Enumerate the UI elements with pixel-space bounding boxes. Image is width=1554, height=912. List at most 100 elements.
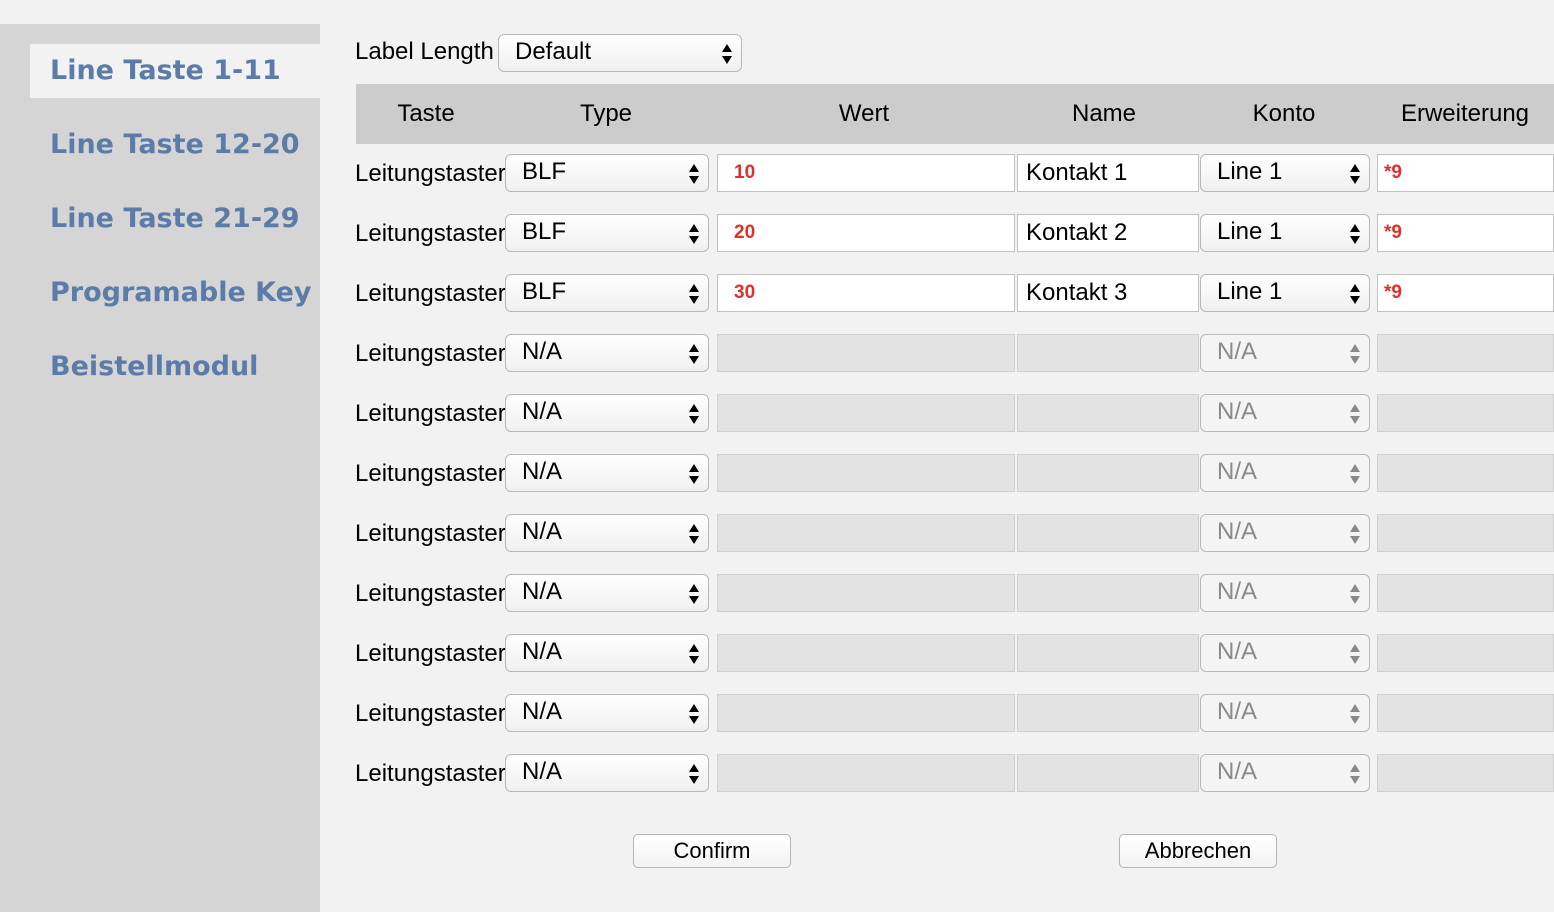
row-type-select[interactable]: N/A [505, 574, 709, 612]
row-wert-field [717, 754, 1015, 792]
row-type-value: N/A [522, 758, 563, 785]
sidebar: Line Taste 1-11 Line Taste 12-20 Line Ta… [0, 24, 320, 912]
row-erweiterung-field[interactable]: *9 [1377, 154, 1554, 192]
select-arrows-icon [1349, 402, 1361, 426]
row-type-value: N/A [522, 578, 563, 605]
row-type-value: N/A [522, 638, 563, 665]
row-konto-select: N/A [1200, 454, 1370, 492]
row-taste-label: Leitungstaster [355, 400, 506, 427]
row-taste-label: Leitungstaster [355, 520, 506, 547]
sidebar-item-programable-key[interactable]: Programable Key [50, 266, 312, 320]
row-taste-label: Leitungstaster [355, 160, 506, 187]
header-type: Type [579, 100, 633, 127]
row-konto-value: N/A [1217, 638, 1258, 665]
select-arrows-icon [1349, 282, 1361, 306]
sidebar-item-line-taste-21-29[interactable]: Line Taste 21-29 [50, 192, 300, 246]
select-arrows-icon [721, 42, 733, 66]
select-arrows-icon [688, 222, 700, 246]
row-name-field[interactable]: Kontakt 3 [1017, 274, 1199, 312]
row-name-field[interactable]: Kontakt 1 [1017, 154, 1199, 192]
row-type-select[interactable]: N/A [505, 394, 709, 432]
row-wert-field [717, 634, 1015, 672]
row-type-value: BLF [522, 278, 567, 305]
row-type-select[interactable]: N/A [505, 754, 709, 792]
row-erweiterung-field[interactable]: *9 [1377, 214, 1554, 252]
row-erweiterung-field [1377, 574, 1554, 612]
row-taste-label: Leitungstaster [355, 640, 506, 667]
select-arrows-icon [1349, 582, 1361, 606]
row-konto-value: Line 1 [1217, 278, 1283, 305]
cancel-button[interactable]: Abbrechen [1119, 834, 1277, 868]
row-wert-field [717, 394, 1015, 432]
row-type-select[interactable]: BLF [505, 154, 709, 192]
header-name: Name [1071, 100, 1137, 127]
select-arrows-icon [688, 462, 700, 486]
row-name-field [1017, 634, 1199, 672]
select-arrows-icon [1349, 522, 1361, 546]
row-konto-value: Line 1 [1217, 218, 1283, 245]
select-arrows-icon [688, 702, 700, 726]
row-konto-select: N/A [1200, 334, 1370, 372]
row-type-value: N/A [522, 518, 563, 545]
select-arrows-icon [1349, 702, 1361, 726]
row-konto-select: N/A [1200, 634, 1370, 672]
select-arrows-icon [1349, 342, 1361, 366]
row-konto-select: N/A [1200, 394, 1370, 432]
row-wert-field [717, 514, 1015, 552]
row-name-field [1017, 754, 1199, 792]
row-type-value: N/A [522, 458, 563, 485]
row-wert-field [717, 574, 1015, 612]
row-konto-select[interactable]: Line 1 [1200, 214, 1370, 252]
header-wert: Wert [838, 100, 890, 127]
sidebar-item-line-taste-1-11[interactable]: Line Taste 1-11 [50, 44, 281, 98]
main-panel: Label Length Default Taste Type Wert Nam… [336, 0, 1554, 912]
row-type-select[interactable]: N/A [505, 454, 709, 492]
row-wert-field [717, 334, 1015, 372]
row-konto-value: N/A [1217, 338, 1258, 365]
row-konto-value: N/A [1217, 758, 1258, 785]
label-length-value: Default [515, 38, 592, 65]
row-type-select[interactable]: BLF [505, 214, 709, 252]
row-type-select[interactable]: N/A [505, 634, 709, 672]
row-konto-value: N/A [1217, 458, 1258, 485]
confirm-button[interactable]: Confirm [633, 834, 791, 868]
row-konto-select[interactable]: Line 1 [1200, 274, 1370, 312]
row-wert-field[interactable]: 30 [717, 274, 1015, 312]
select-arrows-icon [688, 162, 700, 186]
row-type-value: N/A [522, 698, 563, 725]
row-name-field [1017, 574, 1199, 612]
select-arrows-icon [688, 402, 700, 426]
row-erweiterung-field[interactable]: *9 [1377, 274, 1554, 312]
select-arrows-icon [688, 582, 700, 606]
sidebar-item-beistellmodul[interactable]: Beistellmodul [50, 340, 258, 394]
select-arrows-icon [688, 282, 700, 306]
row-name-field [1017, 394, 1199, 432]
sidebar-item-line-taste-12-20[interactable]: Line Taste 12-20 [50, 118, 300, 172]
row-type-value: BLF [522, 218, 567, 245]
row-type-value: BLF [522, 158, 567, 185]
row-wert-field [717, 694, 1015, 732]
row-wert-field[interactable]: 10 [717, 154, 1015, 192]
select-arrows-icon [1349, 462, 1361, 486]
row-konto-select[interactable]: Line 1 [1200, 154, 1370, 192]
row-taste-label: Leitungstaster [355, 460, 506, 487]
row-type-select[interactable]: N/A [505, 334, 709, 372]
row-konto-select: N/A [1200, 754, 1370, 792]
row-type-select[interactable]: N/A [505, 514, 709, 552]
row-name-field [1017, 334, 1199, 372]
row-name-field [1017, 454, 1199, 492]
row-konto-select: N/A [1200, 514, 1370, 552]
row-name-field[interactable]: Kontakt 2 [1017, 214, 1199, 252]
row-erweiterung-field [1377, 394, 1554, 432]
row-konto-value: N/A [1217, 518, 1258, 545]
header-erweiterung: Erweiterung [1400, 100, 1530, 127]
row-taste-label: Leitungstaster [355, 760, 506, 787]
select-arrows-icon [1349, 162, 1361, 186]
row-type-select[interactable]: BLF [505, 274, 709, 312]
row-wert-field[interactable]: 20 [717, 214, 1015, 252]
label-length-select[interactable]: Default [498, 34, 742, 72]
header-konto: Konto [1252, 100, 1316, 127]
row-type-select[interactable]: N/A [505, 694, 709, 732]
row-taste-label: Leitungstaster [355, 580, 506, 607]
row-taste-label: Leitungstaster [355, 700, 506, 727]
